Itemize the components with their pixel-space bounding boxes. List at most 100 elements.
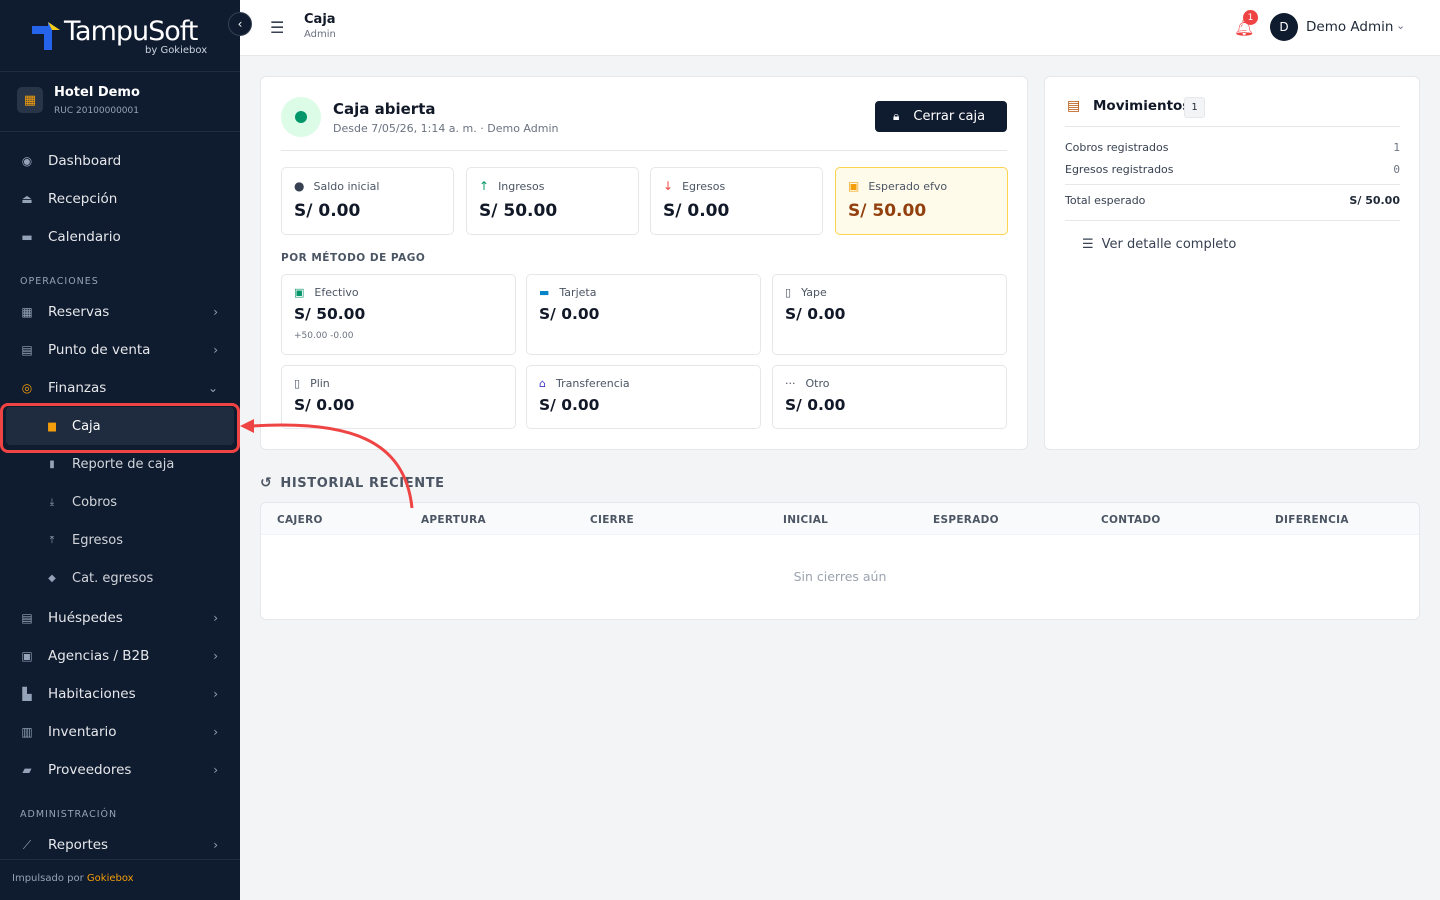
- method-value: S/ 0.00: [785, 396, 846, 414]
- row-label: Cobros registrados: [1065, 141, 1169, 154]
- sidebar-item-recepcion[interactable]: ⏏ Recepción: [0, 181, 240, 217]
- sidebar-item-reservas[interactable]: ▦ Reservas ›: [0, 294, 240, 330]
- sidebar-item-punto-venta[interactable]: ▤ Punto de venta ›: [0, 332, 240, 368]
- sidebar-subitem-cat-egresos[interactable]: ◆ Cat. egresos: [0, 560, 240, 596]
- stat-value: S/ 0.00: [294, 201, 361, 221]
- footer-brand-link[interactable]: Gokiebox: [87, 873, 134, 884]
- method-plin: ▯ Plin S/ 0.00: [281, 365, 516, 429]
- sidebar-item-proveedores[interactable]: ▰ Proveedores ›: [0, 752, 240, 788]
- chevron-left-icon: ‹: [237, 17, 243, 31]
- method-label: Otro: [805, 377, 830, 390]
- avatar[interactable]: D: [1270, 13, 1298, 41]
- method-value: S/ 0.00: [539, 305, 600, 323]
- section-administracion: ADMINISTRACIÓN: [20, 809, 118, 820]
- ver-detalle-link[interactable]: ☰ Ver detalle completo: [1082, 237, 1236, 252]
- table-header: CAJERO APERTURA CIERRE INICIAL ESPERADO …: [261, 503, 1419, 535]
- chevron-right-icon: ›: [213, 649, 218, 663]
- stat-saldo-inicial: ● Saldo inicial S/ 0.00: [281, 167, 454, 235]
- method-efectivo: ▣ Efectivo S/ 50.00 +50.00 -0.00: [281, 274, 516, 355]
- sidebar-subitem-cobros[interactable]: ⤓ Cobros: [0, 484, 240, 520]
- sidebar-item-label: Dashboard: [48, 153, 122, 169]
- brand-by: by Gokiebox: [145, 45, 208, 56]
- ellipsis-icon: ···: [785, 377, 796, 390]
- sidebar-item-huespedes[interactable]: ▤ Huéspedes ›: [0, 600, 240, 636]
- piggy-icon: ●: [294, 179, 305, 193]
- row-value: 0: [1393, 163, 1400, 176]
- movimientos-title: Movimientos: [1093, 98, 1191, 114]
- hand-coin-icon: ⤓: [49, 496, 55, 508]
- collapse-sidebar-button[interactable]: ‹: [228, 12, 252, 36]
- hotel-ruc: RUC 20100000001: [54, 106, 139, 116]
- bed-icon: ▙: [22, 687, 32, 701]
- method-otro: ··· Otro S/ 0.00: [772, 365, 1007, 429]
- bell-desk-icon: ⏏: [21, 192, 33, 206]
- brand-logo[interactable]: TampuSoft by Gokiebox: [0, 0, 240, 72]
- chevron-down-icon[interactable]: ⌄: [1396, 19, 1405, 32]
- sidebar-item-dashboard[interactable]: ◉ Dashboard: [0, 143, 240, 179]
- building-icon: ▦: [17, 87, 43, 113]
- cerrar-caja-button[interactable]: 🔒︎ Cerrar caja: [875, 101, 1007, 132]
- status-dot-icon: [295, 111, 307, 123]
- stat-label: Saldo inicial: [313, 179, 380, 193]
- calendar-icon: ▬: [21, 230, 33, 244]
- stat-value: S/ 50.00: [848, 201, 927, 221]
- sidebar-item-finanzas[interactable]: ◎ Finanzas ⌄: [0, 370, 240, 406]
- movimientos-count-badge: 1: [1184, 97, 1205, 118]
- caja-status: Caja abierta: [333, 100, 436, 118]
- mobile-icon: ▯: [294, 377, 301, 390]
- stat-esperado-efvo: ▣ Esperado efvo S/ 50.00: [835, 167, 1008, 235]
- cash-icon: ▣: [848, 179, 860, 193]
- method-label: Plin: [310, 377, 330, 390]
- method-label: Efectivo: [314, 286, 359, 299]
- chart-line-icon: ⟋: [22, 837, 32, 852]
- truck-icon: ▰: [22, 763, 32, 777]
- column-header: CAJERO: [277, 514, 323, 526]
- sidebar-subitem-egresos[interactable]: ⤒ Egresos: [0, 522, 240, 558]
- bank-icon: ⌂: [539, 377, 546, 390]
- column-header: DIFERENCIA: [1275, 514, 1349, 526]
- divider: [281, 150, 1007, 151]
- chevron-down-icon: ⌄: [207, 381, 218, 395]
- sidebar-item-reportes[interactable]: ⟋ Reportes ›: [0, 827, 240, 863]
- sidebar-item-agencias[interactable]: ▣ Agencias / B2B ›: [0, 638, 240, 674]
- stat-value: S/ 50.00: [479, 201, 558, 221]
- sidebar-item-label: Reservas: [48, 304, 110, 320]
- stat-ingresos: ↑ Ingresos S/ 50.00: [466, 167, 639, 235]
- sidebar-item-label: Habitaciones: [48, 686, 136, 702]
- movimientos-card: ▤ Movimientos 1 Cobros registrados 1 Egre…: [1044, 76, 1420, 450]
- column-header: CIERRE: [590, 514, 634, 526]
- row-label: Egresos registrados: [1065, 163, 1174, 176]
- receipt-icon: ▤: [1067, 98, 1081, 114]
- cobros-row: Cobros registrados 1: [1065, 141, 1400, 154]
- sidebar-item-label: Finanzas: [48, 380, 107, 396]
- method-tarjeta: ▬ Tarjeta S/ 0.00: [526, 274, 761, 355]
- notification-badge: 1: [1243, 10, 1258, 25]
- history-icon: ↺: [260, 475, 273, 491]
- stat-label: Egresos: [682, 179, 726, 193]
- section-metodo-pago: POR MÉTODO DE PAGO: [281, 252, 426, 264]
- sidebar-item-label: Egresos: [72, 532, 124, 548]
- sidebar-item-label: Recepción: [48, 191, 118, 207]
- caja-since: Desde 7/05/26, 1:14 a. m. · Demo Admin: [333, 122, 559, 135]
- stat-label: Esperado efvo: [868, 179, 948, 193]
- tags-icon: ◆: [48, 572, 56, 584]
- sidebar-item-calendario[interactable]: ▬ Calendario: [0, 219, 240, 255]
- method-value: S/ 0.00: [539, 396, 600, 414]
- button-label: Cerrar caja: [913, 109, 986, 124]
- menu-icon[interactable]: ☰: [270, 18, 284, 37]
- stat-label: Ingresos: [498, 179, 545, 193]
- sidebar-item-habitaciones[interactable]: ▙ Habitaciones ›: [0, 676, 240, 712]
- brand-name: TampuSoft: [64, 16, 198, 47]
- id-card-icon: ▤: [21, 611, 33, 625]
- chevron-right-icon: ›: [213, 305, 218, 319]
- divider: [1065, 126, 1400, 127]
- user-menu[interactable]: Demo Admin: [1306, 19, 1393, 35]
- coins-icon: ◎: [21, 381, 33, 395]
- page-title: Caja: [304, 12, 336, 27]
- empty-state: Sin cierres aún: [793, 569, 887, 584]
- sidebar-item-label: Reporte de caja: [72, 456, 175, 472]
- sidebar-item-inventario[interactable]: ▥ Inventario ›: [0, 714, 240, 750]
- upload-icon: ⤒: [49, 534, 55, 546]
- hotel-selector[interactable]: ▦ Hotel Demo RUC 20100000001: [0, 72, 240, 132]
- method-label: Tarjeta: [559, 286, 597, 299]
